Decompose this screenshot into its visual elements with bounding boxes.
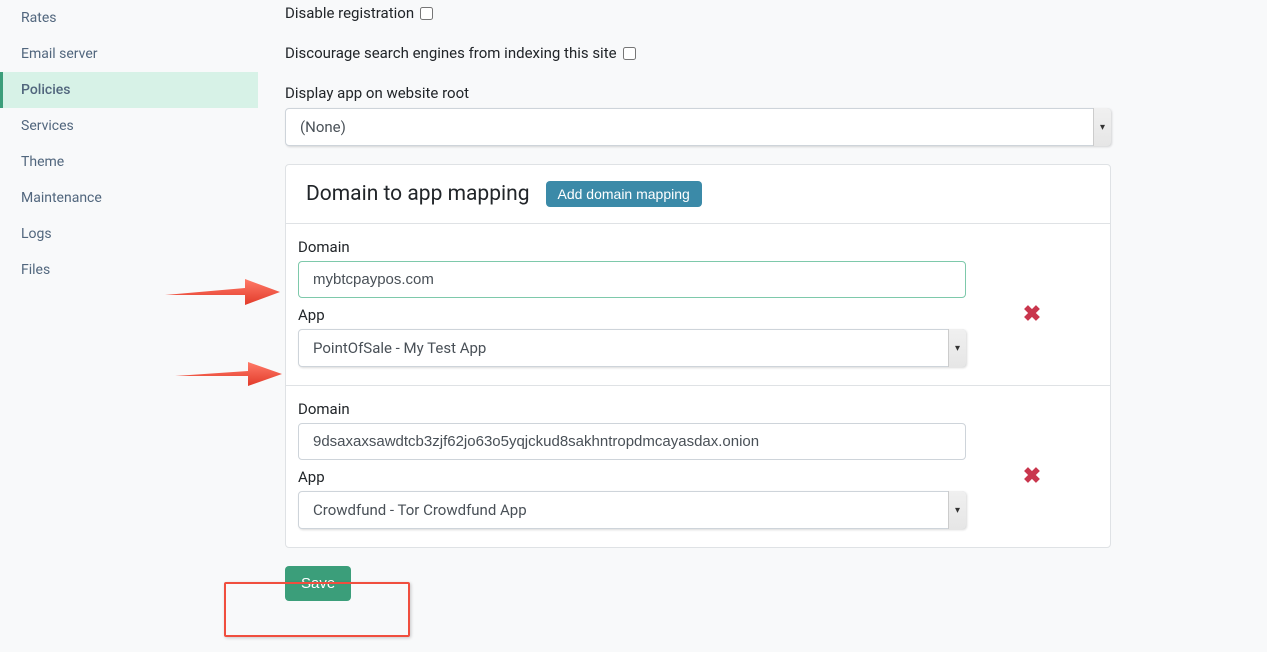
sidebar-item-theme[interactable]: Theme bbox=[0, 144, 258, 180]
mapping-row: Domain App PointOfSale - My Test App ▾ ✖ bbox=[286, 224, 1110, 386]
annotation-arrow-icon bbox=[170, 356, 285, 392]
domain-label: Domain bbox=[298, 238, 966, 256]
remove-icon[interactable]: ✖ bbox=[1023, 466, 1041, 488]
app-label: App bbox=[298, 468, 966, 486]
discourage-search-row: Discourage search engines from indexing … bbox=[285, 44, 1112, 62]
display-app-label: Display app on website root bbox=[285, 84, 1112, 102]
app-select[interactable]: Crowdfund - Tor Crowdfund App bbox=[298, 491, 966, 529]
card-header: Domain to app mapping Add domain mapping bbox=[286, 165, 1110, 224]
sidebar-item-policies[interactable]: Policies bbox=[0, 72, 258, 108]
discourage-search-label: Discourage search engines from indexing … bbox=[285, 44, 617, 62]
discourage-search-checkbox[interactable] bbox=[623, 47, 636, 60]
domain-input[interactable] bbox=[298, 261, 966, 298]
save-button[interactable]: Save bbox=[285, 566, 351, 601]
remove-icon[interactable]: ✖ bbox=[1023, 304, 1041, 326]
sidebar-item-rates[interactable]: Rates bbox=[0, 0, 258, 36]
sidebar-item-logs[interactable]: Logs bbox=[0, 216, 258, 252]
disable-registration-checkbox[interactable] bbox=[420, 7, 433, 20]
app-label: App bbox=[298, 306, 966, 324]
disable-registration-label: Disable registration bbox=[285, 4, 414, 22]
domain-mapping-card: Domain to app mapping Add domain mapping… bbox=[285, 164, 1111, 548]
domain-label: Domain bbox=[298, 400, 966, 418]
app-select[interactable]: PointOfSale - My Test App bbox=[298, 329, 966, 367]
disable-registration-row: Disable registration bbox=[285, 4, 1112, 22]
sidebar: Rates Email server Policies Services The… bbox=[0, 0, 258, 288]
display-app-select[interactable]: (None) bbox=[285, 108, 1111, 146]
mapping-row: Domain App Crowdfund - Tor Crowdfund App… bbox=[286, 386, 1110, 547]
card-title: Domain to app mapping bbox=[306, 182, 530, 206]
sidebar-item-maintenance[interactable]: Maintenance bbox=[0, 180, 258, 216]
sidebar-item-services[interactable]: Services bbox=[0, 108, 258, 144]
sidebar-item-email-server[interactable]: Email server bbox=[0, 36, 258, 72]
domain-input[interactable] bbox=[298, 423, 966, 460]
main-content: Disable registration Discourage search e… bbox=[285, 0, 1112, 621]
add-domain-mapping-button[interactable]: Add domain mapping bbox=[546, 181, 702, 207]
display-app-select-wrap: (None) ▾ bbox=[285, 108, 1111, 146]
sidebar-item-files[interactable]: Files bbox=[0, 252, 258, 288]
